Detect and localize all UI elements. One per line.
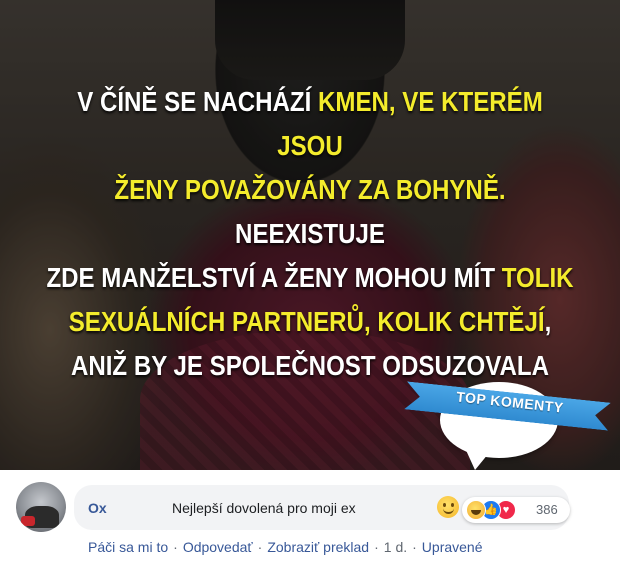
speech-bubble-tail: [465, 448, 493, 470]
edited-link[interactable]: Upravené: [422, 539, 483, 555]
caption-text: V Číně se nachází: [77, 86, 319, 117]
reply-link[interactable]: Odpovedať: [183, 539, 253, 555]
caption-highlight: tolik: [501, 262, 574, 293]
avatar-detail: [21, 516, 35, 526]
separator: ·: [412, 539, 417, 555]
post-image[interactable]: V Číně se nachází kmen, ve kterém jsou že…: [0, 0, 620, 470]
caption-text: Neexistuje: [235, 218, 385, 249]
translate-link[interactable]: Zobraziť preklad: [267, 539, 369, 555]
reaction-count: 386: [536, 502, 558, 517]
comment-text: Nejlepší dovolená pro moji ex: [172, 500, 356, 516]
caption-line: ženy považovány za bohyně. Neexistuje: [43, 168, 576, 256]
caption-highlight: sexuálních partnerů, kolik chtějí: [68, 306, 545, 337]
like-link[interactable]: Páči sa mi to: [88, 539, 168, 555]
image-caption: V Číně se nachází kmen, ve kterém jsou že…: [43, 80, 576, 388]
comment-author[interactable]: Ox: [88, 500, 107, 516]
caption-highlight: ženy považovány za bohyně.: [114, 174, 506, 205]
separator: ·: [374, 539, 379, 555]
separator: ·: [257, 539, 263, 555]
slightly-smiling-face-icon: [437, 496, 459, 518]
caption-line: zde manželství a ženy mohou mít tolik: [43, 256, 576, 300]
reactions-summary[interactable]: 👍 ♥ 386: [462, 497, 570, 523]
avatar[interactable]: [16, 482, 66, 532]
caption-line: sexuálních partnerů, kolik chtějí,: [43, 300, 576, 344]
caption-line: V Číně se nachází kmen, ve kterém jsou: [43, 80, 576, 168]
haha-icon: [466, 500, 486, 520]
caption-highlight: kmen, ve kterém jsou: [277, 86, 543, 161]
timestamp[interactable]: 1 d.: [384, 539, 407, 555]
separator: ·: [173, 539, 178, 555]
comment-actions: Páči sa mi to · Odpovedať · Zobraziť preklad…: [88, 539, 483, 555]
caption-text: zde manželství a ženy mohou mít: [46, 262, 502, 293]
caption-text: ,: [544, 306, 552, 337]
top-comments-badge: TOP KOMENTY: [405, 370, 620, 470]
